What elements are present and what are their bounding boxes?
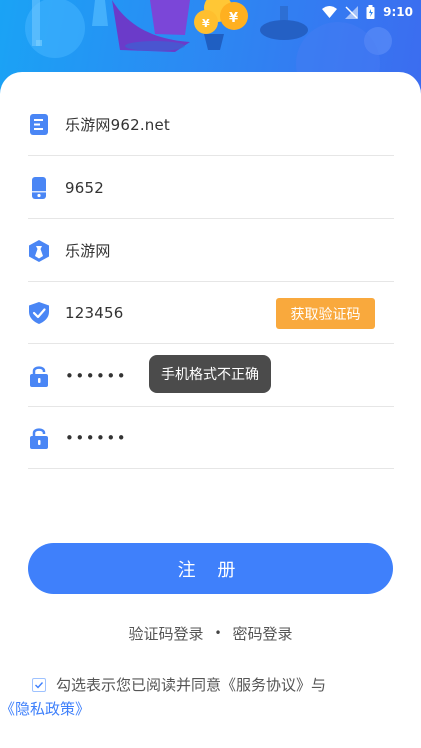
register-button[interactable]: 注 册 <box>28 543 393 594</box>
agreement-and: 与 <box>311 676 327 694</box>
phone-field[interactable]: 9652 <box>28 157 394 219</box>
agreement-prefix: 勾选表示您已阅读并同意 <box>56 676 222 694</box>
battery-icon <box>366 5 375 19</box>
shield-check-icon <box>28 301 50 324</box>
password-login-link[interactable]: 密码登录 <box>233 623 293 644</box>
site-value: 乐游网962.net <box>65 116 171 134</box>
svg-text:¥: ¥ <box>202 17 210 30</box>
document-icon <box>28 114 50 136</box>
agreement: 勾选表示您已阅读并同意《服务协议》与《隐私政策》 <box>0 673 402 721</box>
signal-icon <box>345 5 359 19</box>
phone-icon <box>28 176 50 199</box>
status-bar: 9:10 <box>322 0 413 24</box>
password-value: •••••• <box>65 366 128 385</box>
privacy-policy-link[interactable]: 《隐私政策》 <box>0 700 90 718</box>
nickname-value: 乐游网 <box>65 242 111 260</box>
confirm-password-field[interactable]: •••••• <box>28 407 394 469</box>
site-field[interactable]: 乐游网962.net <box>28 94 394 156</box>
status-time: 9:10 <box>383 5 413 19</box>
verify-code-field[interactable]: 123456 获取验证码 <box>28 282 394 344</box>
service-agreement-link[interactable]: 《服务协议》 <box>221 676 311 694</box>
nickname-field[interactable]: 乐游网 <box>28 220 394 282</box>
confirm-password-value: •••••• <box>65 428 128 447</box>
checkmark-icon <box>35 682 44 689</box>
agreement-checkbox[interactable] <box>32 678 46 692</box>
user-badge-icon <box>28 239 50 262</box>
get-code-button[interactable]: 获取验证码 <box>276 298 375 329</box>
wifi-icon <box>322 6 338 18</box>
alt-login-separator: • <box>214 626 222 640</box>
alt-login: 验证码登录 • 密码登录 <box>0 621 421 645</box>
verify-code-value: 123456 <box>65 303 124 322</box>
lock-icon <box>28 365 50 387</box>
phone-value: 9652 <box>65 178 104 197</box>
error-toast: 手机格式不正确 <box>149 355 271 393</box>
sms-login-link[interactable]: 验证码登录 <box>128 623 203 644</box>
lock-icon <box>28 427 50 449</box>
svg-text:¥: ¥ <box>229 11 238 26</box>
